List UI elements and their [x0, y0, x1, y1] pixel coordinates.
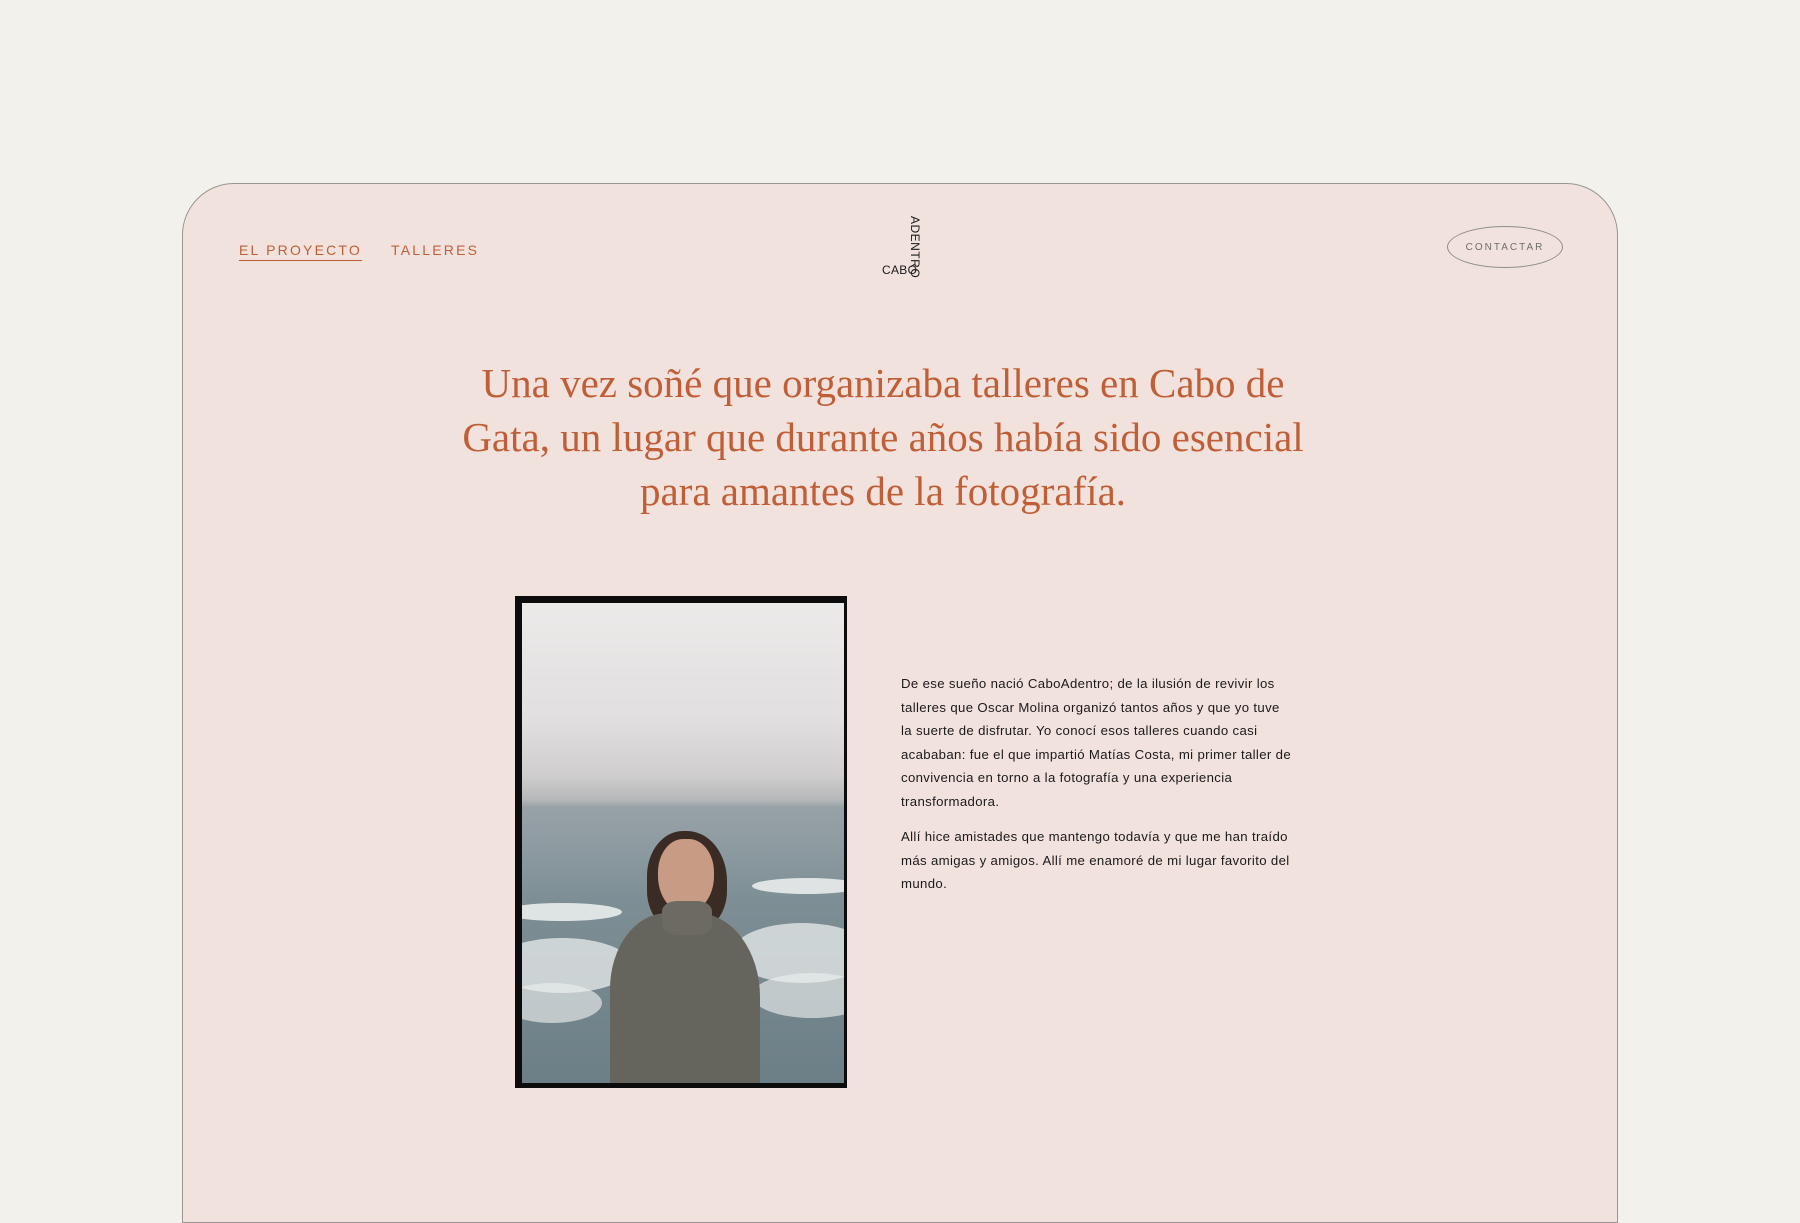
logo-text-cabo: CABO [882, 263, 918, 277]
wave-crest [752, 878, 844, 894]
photo-woman-by-sea [522, 603, 844, 1083]
story-paragraph-1: De ese sueño nació CaboAdentro; de la il… [901, 676, 1292, 809]
story-text: De ese sueño nació CaboAdentro; de la il… [901, 672, 1291, 908]
nav-talleres[interactable]: TALLERES [391, 241, 479, 259]
wave-crest [522, 903, 622, 921]
wave-foam [752, 973, 844, 1018]
hero-headline: Una vez soñé que organizaba talleres en … [462, 360, 1304, 514]
nav-el-proyecto[interactable]: EL PROYECTO [239, 241, 363, 261]
story-paragraph-2: Allí hice amistades que mantengo todavía… [901, 829, 1290, 891]
photo-frame [515, 596, 847, 1088]
site-logo[interactable]: ADENTRO CABO [882, 216, 922, 282]
page-card: EL PROYECTO TALLERES ADENTRO CABO CONTAC… [182, 183, 1618, 1223]
person-turtleneck [662, 901, 712, 935]
person-sweater [610, 913, 760, 1083]
contact-button[interactable]: CONTACTAR [1447, 226, 1563, 268]
